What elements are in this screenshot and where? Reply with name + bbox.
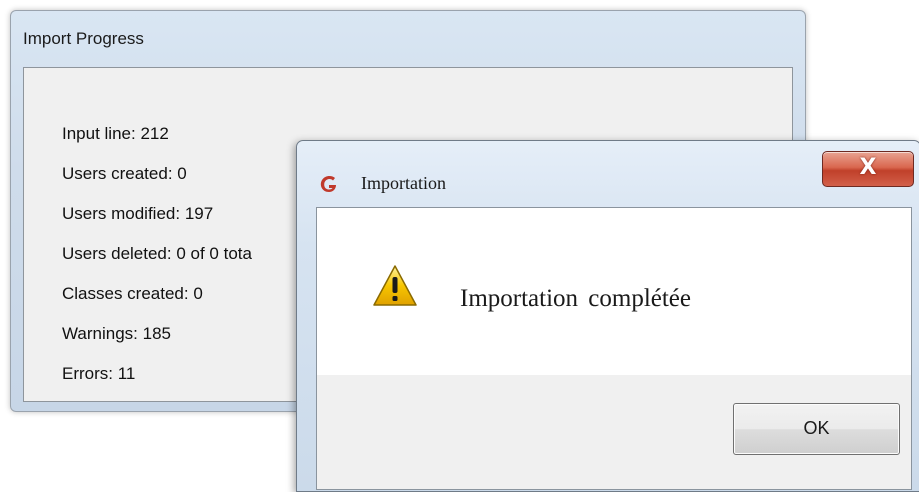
importation-dialog: Importation X Importation complétée OK xyxy=(296,140,919,492)
window-title: Import Progress xyxy=(23,29,144,48)
dialog-client: Importation complétée OK xyxy=(316,207,912,490)
warning-icon xyxy=(372,264,418,308)
app-logo-icon xyxy=(319,174,339,194)
ok-button-label: OK xyxy=(803,418,830,438)
close-icon: X xyxy=(859,155,877,180)
ok-button[interactable]: OK xyxy=(733,403,900,455)
stat-classes-created: Classes created: 0 xyxy=(62,284,203,303)
stat-errors: Errors: 11 xyxy=(62,364,136,383)
message-text: Importation complétée xyxy=(460,285,692,312)
button-bar: OK xyxy=(317,375,911,489)
stat-users-deleted: Users deleted: 0 of 0 tota xyxy=(62,244,252,263)
close-button[interactable]: X xyxy=(822,151,914,187)
message-area: Importation complétée xyxy=(317,208,911,375)
stat-input-line: Input line: 212 xyxy=(62,124,169,143)
dialog-title: Importation xyxy=(361,173,446,193)
stat-users-created: Users created: 0 xyxy=(62,164,187,183)
stat-users-modified: Users modified: 197 xyxy=(62,204,214,223)
stat-warnings: Warnings: 185 xyxy=(62,324,171,343)
